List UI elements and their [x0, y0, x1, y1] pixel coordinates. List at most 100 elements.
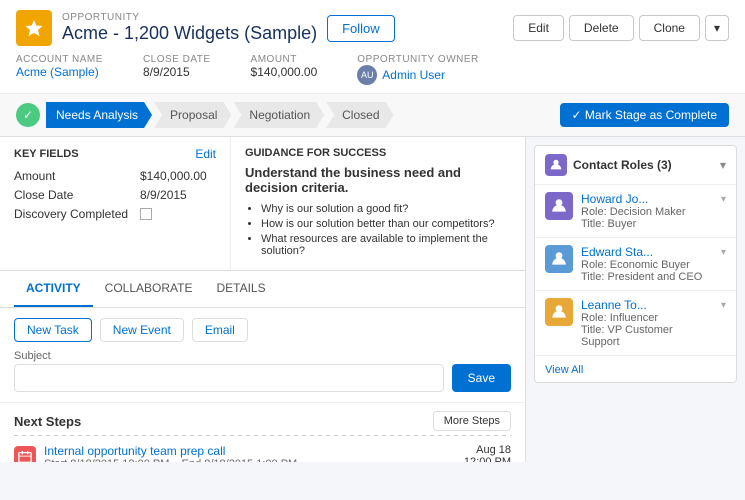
step-title[interactable]: Internal opportunity team prep call [44, 444, 448, 458]
next-steps-header-row: Next Steps More Steps [14, 411, 511, 431]
contact-avatar-2 [545, 245, 573, 273]
mark-stage-complete-button[interactable]: ✓ Mark Stage as Complete [560, 103, 729, 127]
guidance-bullet-1: Why is our solution a good fit? [261, 203, 511, 215]
star-icon [24, 18, 44, 38]
collapse-icon: ✓ [23, 108, 33, 122]
key-fields-edit-link[interactable]: Edit [195, 147, 216, 161]
subject-field-container: Subject [14, 350, 444, 392]
clone-button[interactable]: Clone [639, 15, 700, 41]
follow-button[interactable]: Follow [327, 15, 395, 42]
meta-fields-row: ACCOUNT NAME Acme (Sample) CLOSE DATE 8/… [0, 54, 745, 93]
tab-collaborate[interactable]: COLLABORATE [93, 271, 205, 307]
subject-field-row: Subject Save [14, 350, 511, 392]
calendar-icon [18, 450, 32, 462]
contact-roles-icon [545, 154, 567, 176]
account-name-value[interactable]: Acme (Sample) [16, 65, 103, 79]
contact-role-1: Role: Decision Maker [581, 206, 713, 218]
contact-role-2: Role: Economic Buyer [581, 259, 713, 271]
contact-roles-label: Contact Roles (3) [573, 158, 672, 172]
contact-roles-card: Contact Roles (3) ▾ Howard Jo... Role: D… [534, 145, 737, 383]
subject-input[interactable] [14, 364, 444, 392]
contact-icon-3 [550, 303, 568, 321]
step-end: End 8/18/2015 1:00 PM [182, 458, 298, 462]
contact-dropdown-3[interactable]: ▾ [721, 300, 726, 311]
key-guidance-row: KEY FIELDS Edit Amount $140,000.00 Close… [0, 137, 525, 271]
step-item: Internal opportunity team prep call Star… [14, 444, 511, 462]
view-all-link[interactable]: View All [545, 364, 583, 376]
contact-item-1: Howard Jo... Role: Decision Maker Title:… [535, 185, 736, 238]
contact-info-3: Leanne To... Role: Influencer Title: VP … [581, 298, 713, 348]
stage-negotiation[interactable]: Negotiation [233, 102, 324, 128]
contact-info-2: Edward Sta... Role: Economic Buyer Title… [581, 245, 713, 283]
close-date-label: CLOSE DATE [143, 54, 211, 65]
step-content: Internal opportunity team prep call Star… [44, 444, 448, 462]
header-actions: Edit Delete Clone ▾ [513, 15, 729, 41]
contact-item-3: Leanne To... Role: Influencer Title: VP … [535, 291, 736, 356]
step-calendar-icon [14, 446, 36, 462]
kf-closedate-value: 8/9/2015 [140, 188, 187, 202]
stage-closed[interactable]: Closed [326, 102, 393, 128]
new-event-button[interactable]: New Event [100, 318, 184, 342]
stage-collapse-button[interactable]: ✓ [16, 103, 40, 127]
contact-icon-2 [550, 250, 568, 268]
step-date: Aug 18 [456, 444, 511, 456]
kf-amount-value: $140,000.00 [140, 169, 207, 183]
guidance-subtitle: Understand the business need and decisio… [245, 165, 511, 195]
more-steps-button[interactable]: More Steps [433, 411, 511, 431]
edit-button[interactable]: Edit [513, 15, 564, 41]
tab-details[interactable]: DETAILS [204, 271, 277, 307]
activity-action-buttons: New Task New Event Email [14, 318, 511, 342]
stage-proposal[interactable]: Proposal [154, 102, 231, 128]
amount-field: AMOUNT $140,000.00 [251, 54, 318, 85]
amount-value: $140,000.00 [251, 65, 318, 79]
contact-name-1[interactable]: Howard Jo... [581, 192, 713, 206]
contact-item-2: Edward Sta... Role: Economic Buyer Title… [535, 238, 736, 291]
owner-field: OPPORTUNITY OWNER AU Admin User [357, 54, 478, 85]
contact-roles-svg-icon [549, 158, 563, 172]
next-steps-section: Next Steps More Steps Internal opportuni… [0, 403, 525, 462]
main-body: KEY FIELDS Edit Amount $140,000.00 Close… [0, 137, 745, 462]
contact-info-1: Howard Jo... Role: Decision Maker Title:… [581, 192, 713, 230]
stage-needs-analysis[interactable]: Needs Analysis [46, 102, 152, 128]
close-date-value: 8/9/2015 [143, 65, 211, 79]
amount-label: AMOUNT [251, 54, 318, 65]
owner-row: AU Admin User [357, 65, 478, 85]
guidance-title: GUIDANCE FOR SUCCESS [245, 147, 511, 159]
contact-name-2[interactable]: Edward Sta... [581, 245, 713, 259]
right-sidebar: Contact Roles (3) ▾ Howard Jo... Role: D… [525, 137, 745, 462]
contact-avatar-1 [545, 192, 573, 220]
email-button[interactable]: Email [192, 318, 248, 342]
contact-dropdown-2[interactable]: ▾ [721, 247, 726, 258]
guidance-bullets: Why is our solution a good fit? How is o… [245, 203, 511, 257]
save-button[interactable]: Save [452, 364, 511, 392]
tab-activity[interactable]: ACTIVITY [14, 271, 93, 307]
stage-bar: ✓ Needs Analysis Proposal Negotiation Cl… [0, 93, 745, 136]
kf-closedate-row: Close Date 8/9/2015 [14, 188, 216, 202]
contact-roles-dropdown-icon[interactable]: ▾ [720, 158, 726, 172]
guidance-panel: GUIDANCE FOR SUCCESS Understand the busi… [230, 137, 525, 270]
contact-title-1: Title: Buyer [581, 218, 713, 230]
tabs-bar: ACTIVITY COLLABORATE DETAILS [0, 271, 525, 308]
contact-roles-count: (3) [657, 158, 672, 172]
owner-label: OPPORTUNITY OWNER [357, 54, 478, 65]
contact-dropdown-1[interactable]: ▾ [721, 194, 726, 205]
step-start: Start 8/18/2015 12:00 PM [44, 458, 169, 462]
contact-roles-title-group: Contact Roles (3) [545, 154, 672, 176]
delete-button[interactable]: Delete [569, 15, 634, 41]
more-actions-button[interactable]: ▾ [705, 15, 729, 41]
step-date-col: Aug 18 12:00 PM [456, 444, 511, 462]
guidance-bullet-2: How is our solution better than our comp… [261, 218, 511, 230]
left-column: KEY FIELDS Edit Amount $140,000.00 Close… [0, 137, 525, 462]
owner-value[interactable]: Admin User [382, 68, 445, 82]
contact-avatar-3 [545, 298, 573, 326]
contact-title-3: Title: VP Customer Support [581, 324, 713, 348]
kf-discovery-label: Discovery Completed [14, 207, 134, 221]
new-task-button[interactable]: New Task [14, 318, 92, 342]
kf-discovery-checkbox[interactable] [140, 208, 152, 220]
record-type-label: OPPORTUNITY [62, 12, 317, 23]
next-steps-divider [14, 435, 511, 436]
contact-name-3[interactable]: Leanne To... [581, 298, 713, 312]
view-all-row: View All [535, 356, 736, 382]
step-time: 12:00 PM [456, 456, 511, 462]
account-name-field: ACCOUNT NAME Acme (Sample) [16, 54, 103, 85]
